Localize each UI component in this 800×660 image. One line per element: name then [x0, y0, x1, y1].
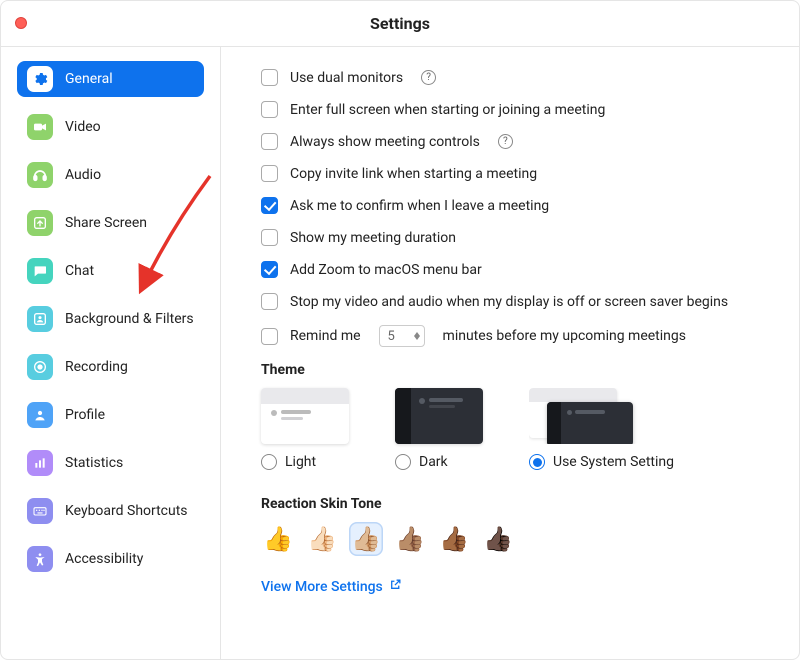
sidebar-item-label: General [65, 71, 113, 87]
option-label: Use dual monitors [290, 70, 403, 86]
option-row-1[interactable]: Enter full screen when starting or joini… [261, 101, 759, 118]
sidebar-item-video[interactable]: Video [17, 109, 204, 145]
sidebar-item-stats[interactable]: Statistics [17, 445, 204, 481]
settings-general-panel: Use dual monitors? Enter full screen when… [221, 47, 799, 659]
skin-tone-2[interactable]: 👍🏼 [349, 522, 383, 556]
window-controls [15, 17, 27, 29]
option-row-3[interactable]: Copy invite link when starting a meeting [261, 165, 759, 182]
recording-icon [27, 354, 53, 380]
sidebar-item-label: Share Screen [65, 215, 147, 231]
checkbox-remind-me[interactable] [261, 328, 278, 345]
skin-tone-4[interactable]: 👍🏾 [437, 522, 471, 556]
theme-system-thumbnail [529, 388, 639, 444]
radio-dark[interactable] [395, 454, 411, 470]
close-window-icon[interactable] [15, 17, 27, 29]
theme-light-label: Light [285, 454, 316, 470]
skin-tone-3[interactable]: 👍🏽 [393, 522, 427, 556]
audio-icon [27, 162, 53, 188]
sidebar-item-label: Accessibility [65, 551, 143, 567]
option-remind-me[interactable]: Remind me 5 minutes before my upcoming m… [261, 325, 759, 347]
checkbox-2[interactable] [261, 133, 278, 150]
sidebar-item-keyboard[interactable]: Keyboard Shortcuts [17, 493, 204, 529]
sidebar-item-a11y[interactable]: Accessibility [17, 541, 204, 577]
external-link-icon [389, 578, 402, 595]
skin-tone-5[interactable]: 👍🏿 [481, 522, 515, 556]
radio-system[interactable] [529, 454, 545, 470]
sidebar-item-profile[interactable]: Profile [17, 397, 204, 433]
video-icon [27, 114, 53, 140]
sidebar-item-chat[interactable]: Chat [17, 253, 204, 289]
skin-tone-1[interactable]: 👍🏻 [305, 522, 339, 556]
help-icon[interactable]: ? [498, 134, 513, 149]
option-label: Copy invite link when starting a meeting [290, 166, 537, 182]
theme-light[interactable]: Light [261, 388, 349, 470]
sidebar-item-label: Audio [65, 167, 101, 183]
theme-light-thumbnail [261, 388, 349, 444]
option-label: Show my meeting duration [290, 230, 456, 246]
chat-icon [27, 258, 53, 284]
checkbox-6[interactable] [261, 261, 278, 278]
checkbox-3[interactable] [261, 165, 278, 182]
checkbox-5[interactable] [261, 229, 278, 246]
skin-tone-0[interactable]: 👍 [261, 522, 295, 556]
titlebar: Settings [1, 1, 799, 47]
help-icon[interactable]: ? [421, 70, 436, 85]
checkbox-0[interactable] [261, 69, 278, 86]
keyboard-icon [27, 498, 53, 524]
option-row-4[interactable]: Ask me to confirm when I leave a meeting [261, 197, 759, 214]
checkbox-1[interactable] [261, 101, 278, 118]
sidebar-item-label: Video [65, 119, 101, 135]
sidebar-item-label: Chat [65, 263, 94, 279]
sidebar-item-recording[interactable]: Recording [17, 349, 204, 385]
remind-prefix: Remind me [290, 328, 361, 344]
sidebar-item-label: Recording [65, 359, 128, 375]
sidebar-item-audio[interactable]: Audio [17, 157, 204, 193]
share-icon [27, 210, 53, 236]
sidebar-item-label: Background & Filters [65, 311, 194, 327]
theme-options: Light Dark Use System Set [261, 388, 759, 470]
option-row-5[interactable]: Show my meeting duration [261, 229, 759, 246]
sidebar-item-general[interactable]: General [17, 61, 204, 97]
remind-suffix: minutes before my upcoming meetings [443, 328, 686, 344]
remind-minutes-field[interactable]: 5 [379, 325, 425, 347]
sidebar-item-share[interactable]: Share Screen [17, 205, 204, 241]
option-row-7[interactable]: Stop my video and audio when my display … [261, 293, 759, 310]
option-row-2[interactable]: Always show meeting controls? [261, 133, 759, 150]
option-label: Always show meeting controls [290, 134, 480, 150]
checkbox-7[interactable] [261, 293, 278, 310]
theme-system-label: Use System Setting [553, 454, 674, 470]
option-row-6[interactable]: Add Zoom to macOS menu bar [261, 261, 759, 278]
checkbox-4[interactable] [261, 197, 278, 214]
a11y-icon [27, 546, 53, 572]
view-more-settings-label: View More Settings [261, 579, 383, 595]
theme-dark[interactable]: Dark [395, 388, 483, 470]
sidebar-item-bgfilters[interactable]: Background & Filters [17, 301, 204, 337]
sidebar-item-label: Profile [65, 407, 105, 423]
sidebar-item-label: Keyboard Shortcuts [65, 503, 188, 519]
window-title: Settings [1, 14, 799, 33]
general-icon [27, 66, 53, 92]
profile-icon [27, 402, 53, 428]
option-label: Ask me to confirm when I leave a meeting [290, 198, 549, 214]
theme-dark-thumbnail [395, 388, 483, 444]
skin-tone-row: 👍 👍🏻 👍🏼 👍🏽 👍🏾 👍🏿 [261, 522, 759, 556]
view-more-settings-link[interactable]: View More Settings [261, 578, 402, 595]
option-label: Enter full screen when starting or joini… [290, 102, 605, 118]
theme-heading: Theme [261, 362, 759, 378]
bgfilters-icon [27, 306, 53, 332]
radio-light[interactable] [261, 454, 277, 470]
skin-tone-heading: Reaction Skin Tone [261, 496, 759, 512]
stats-icon [27, 450, 53, 476]
option-label: Stop my video and audio when my display … [290, 294, 728, 310]
theme-dark-label: Dark [419, 454, 448, 470]
sidebar-item-label: Statistics [65, 455, 123, 471]
sidebar: General Video Audio Share Screen Chat Backgro… [1, 47, 221, 659]
option-row-0[interactable]: Use dual monitors? [261, 69, 759, 86]
theme-system[interactable]: Use System Setting [529, 388, 674, 470]
remind-minutes-value: 5 [388, 329, 395, 344]
option-label: Add Zoom to macOS menu bar [290, 262, 482, 278]
